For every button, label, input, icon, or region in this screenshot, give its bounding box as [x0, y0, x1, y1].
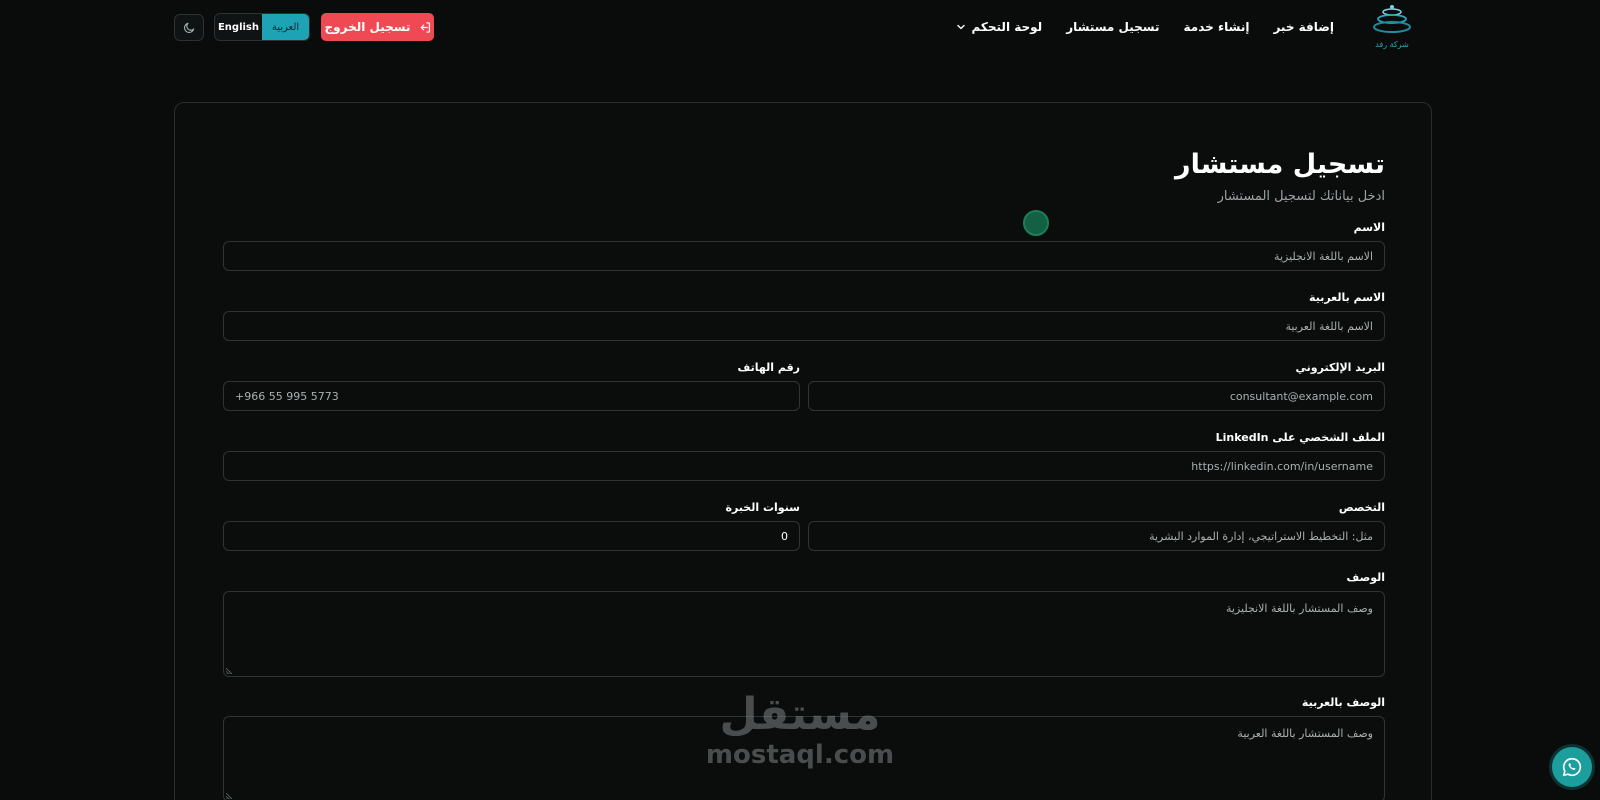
name-input[interactable]: الاسم باللغة الانجليزية	[223, 241, 1385, 271]
name-ar-input[interactable]: الاسم باللغة العربية	[223, 311, 1385, 341]
chevron-down-icon	[956, 24, 965, 30]
description-label: الوصف	[1346, 571, 1385, 584]
experience-input[interactable]: 0	[223, 521, 800, 551]
description-ar-placeholder: وصف المستشار باللغة العربية	[1237, 727, 1373, 740]
logo-mark-icon	[1373, 5, 1411, 33]
description-ar-textarea[interactable]: وصف المستشار باللغة العربية	[223, 716, 1385, 800]
email-label: البريد الإلكتروني	[1295, 361, 1385, 374]
whatsapp-button[interactable]	[1552, 747, 1592, 787]
logout-icon	[420, 21, 430, 33]
logout-button[interactable]: تسجيل الخروج	[321, 13, 434, 41]
phone-input[interactable]: +966 55 995 5773	[223, 381, 800, 411]
theme-toggle-button[interactable]	[174, 14, 204, 41]
nav-create-service[interactable]: إنشاء خدمة	[1184, 20, 1250, 34]
lang-english[interactable]: English	[215, 14, 262, 40]
specialty-input[interactable]: مثل: التخطيط الاستراتيجي، إدارة الموارد …	[808, 521, 1385, 551]
lang-arabic[interactable]: العربية	[262, 14, 309, 40]
nav-dashboard-label: لوحة التحكم	[971, 20, 1043, 34]
top-navigation: شركة رفد لوحة التحكم تسجيل مستشار إنشاء …	[0, 0, 1600, 56]
name-label: الاسم	[1353, 221, 1385, 234]
resize-handle-icon[interactable]	[226, 793, 232, 799]
nav-dashboard[interactable]: لوحة التحكم	[956, 20, 1043, 34]
linkedin-label: الملف الشخصي على LinkedIn	[1215, 431, 1385, 444]
logout-label: تسجيل الخروج	[324, 20, 411, 34]
moon-icon	[183, 22, 194, 33]
email-input[interactable]: consultant@example.com	[808, 381, 1385, 411]
nav-register-consultant[interactable]: تسجيل مستشار	[1066, 20, 1159, 34]
specialty-label: التخصص	[1338, 501, 1385, 514]
company-logo[interactable]: شركة رفد	[1356, 2, 1428, 54]
main-nav: لوحة التحكم تسجيل مستشار إنشاء خدمة إضاف…	[940, 16, 1334, 38]
linkedin-input[interactable]: https://linkedin.com/in/username	[223, 451, 1385, 481]
page-title: تسجيل مستشار	[1175, 149, 1385, 180]
experience-label: سنوات الخبرة	[725, 501, 800, 514]
description-ar-label: الوصف بالعربية	[1301, 696, 1385, 709]
whatsapp-icon	[1562, 757, 1582, 777]
phone-label: رقم الهاتف	[737, 361, 800, 374]
mouse-cursor-indicator	[1023, 210, 1049, 236]
description-textarea[interactable]: وصف المستشار باللغة الانجليزية	[223, 591, 1385, 677]
language-toggle: English العربية	[214, 13, 310, 41]
resize-handle-icon[interactable]	[226, 668, 232, 674]
name-ar-label: الاسم بالعربية	[1309, 291, 1385, 304]
registration-card: تسجيل مستشار ادخل بياناتك لتسجيل المستشا…	[174, 102, 1432, 800]
page-subtitle: ادخل بياناتك لتسجيل المستشار	[1217, 189, 1385, 204]
nav-add-news[interactable]: إضافة خبر	[1273, 20, 1334, 34]
logo-text: شركة رفد	[1375, 40, 1409, 49]
description-placeholder: وصف المستشار باللغة الانجليزية	[1226, 602, 1373, 615]
